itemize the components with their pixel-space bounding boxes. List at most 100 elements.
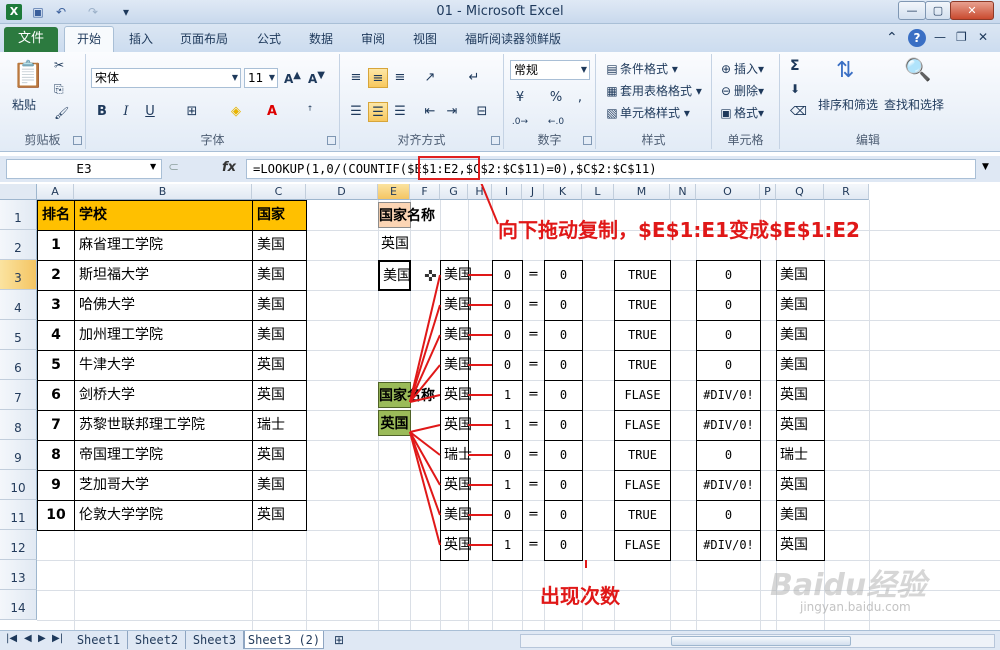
minimize-button[interactable]: —	[898, 1, 926, 20]
borders-icon[interactable]: ⊞	[182, 102, 202, 122]
table-header-cell[interactable]: 国家	[252, 200, 307, 231]
division-cell[interactable]: #DIV/0!	[696, 530, 761, 561]
grow-font-icon[interactable]: A▲	[284, 70, 301, 86]
number-format-select[interactable]: 常规 ▼	[510, 60, 590, 80]
zero-cell[interactable]: 0	[544, 500, 583, 531]
count-cell[interactable]: 0	[492, 350, 523, 381]
cut-icon[interactable]: ✂	[54, 58, 64, 72]
tab-formulas[interactable]: 公式	[257, 30, 281, 47]
column-header-d[interactable]: D	[306, 184, 378, 200]
underline-button[interactable]: U	[140, 102, 160, 122]
horizontal-scrollbar[interactable]	[520, 634, 995, 648]
comma-button[interactable]: ,	[570, 88, 590, 108]
sheet-tab-1[interactable]: Sheet1	[70, 631, 128, 649]
tab-data[interactable]: 数据	[309, 30, 333, 47]
first-sheet-icon[interactable]: |◀	[6, 633, 17, 644]
align-center-icon[interactable]: ☰	[368, 102, 388, 122]
green-header-cell[interactable]: 国家名称	[378, 382, 435, 408]
bool-cell[interactable]: TRUE	[614, 500, 671, 531]
new-sheet-icon[interactable]: ⊞	[334, 633, 344, 647]
division-cell[interactable]: 0	[696, 440, 761, 471]
row-header-11[interactable]: 11	[0, 500, 37, 530]
result-country-cell[interactable]: 美国	[776, 350, 825, 381]
percent-button[interactable]: %	[546, 88, 566, 108]
result-country-cell[interactable]: 英国	[776, 470, 825, 501]
last-sheet-icon[interactable]: ▶|	[52, 633, 63, 644]
italic-button[interactable]: I	[116, 102, 136, 122]
row-header-6[interactable]: 6	[0, 350, 37, 380]
rank-cell[interactable]: 6	[37, 380, 75, 411]
calc-country-cell[interactable]: 美国	[440, 350, 472, 381]
division-cell[interactable]: 0	[696, 290, 761, 321]
formula-expand-icon[interactable]: ▼	[982, 162, 989, 172]
wrap-text-icon[interactable]: ↵	[464, 68, 484, 88]
format-as-table-button[interactable]: ▦ 套用表格格式 ▾	[604, 82, 702, 99]
equals-sign[interactable]: =	[522, 440, 545, 471]
number-launcher-icon[interactable]	[583, 136, 592, 145]
count-cell[interactable]: 0	[492, 440, 523, 471]
bool-cell[interactable]: TRUE	[614, 260, 671, 291]
calc-country-cell[interactable]: 美国	[440, 500, 472, 531]
font-color-icon[interactable]: A	[262, 102, 282, 122]
division-cell[interactable]: 0	[696, 350, 761, 381]
font-size-select[interactable]: 11 ▼	[244, 68, 278, 88]
country-cell[interactable]: 美国	[252, 260, 307, 291]
name-box[interactable]: E3	[6, 159, 162, 179]
calc-country-cell[interactable]: 美国	[440, 320, 472, 351]
column-header-m[interactable]: M	[614, 184, 670, 200]
tab-foxit[interactable]: 福昕阅读器领鲜版	[465, 30, 561, 47]
zero-cell[interactable]: 0	[544, 410, 583, 441]
bool-cell[interactable]: FLASE	[614, 380, 671, 411]
insert-function-icon[interactable]: fx	[222, 160, 236, 175]
bool-cell[interactable]: FLASE	[614, 530, 671, 561]
fill-icon[interactable]: ⬇	[790, 82, 800, 96]
country-cell[interactable]: 英国	[252, 380, 307, 411]
bool-cell[interactable]: TRUE	[614, 320, 671, 351]
rank-cell[interactable]: 2	[37, 260, 75, 291]
table-header-cell[interactable]: 学校	[74, 200, 253, 231]
green-value-cell[interactable]: 英国	[378, 410, 411, 436]
bool-cell[interactable]: TRUE	[614, 290, 671, 321]
column-header-g[interactable]: G	[440, 184, 468, 200]
clear-icon[interactable]: ⌫	[790, 104, 807, 118]
count-cell[interactable]: 0	[492, 320, 523, 351]
equals-sign[interactable]: =	[522, 470, 545, 501]
column-header-j[interactable]: J	[522, 184, 544, 200]
column-header-o[interactable]: O	[696, 184, 760, 200]
division-cell[interactable]: #DIV/0!	[696, 470, 761, 501]
row-header-14[interactable]: 14	[0, 590, 37, 620]
column-header-i[interactable]: I	[492, 184, 522, 200]
column-header-k[interactable]: K	[544, 184, 582, 200]
calc-country-cell[interactable]: 英国	[440, 410, 472, 441]
division-cell[interactable]: 0	[696, 320, 761, 351]
bool-cell[interactable]: TRUE	[614, 350, 671, 381]
cell-styles-button[interactable]: ▧ 单元格样式 ▾	[604, 104, 690, 121]
school-cell[interactable]: 加州理工学院	[74, 320, 253, 351]
count-cell[interactable]: 0	[492, 260, 523, 291]
rank-cell[interactable]: 9	[37, 470, 75, 501]
table-header-cell[interactable]: 排名	[37, 200, 75, 231]
zero-cell[interactable]: 0	[544, 440, 583, 471]
conditional-format-button[interactable]: ▤ 条件格式 ▾	[604, 60, 678, 77]
row-header-7[interactable]: 7	[0, 380, 37, 410]
scrollbar-thumb[interactable]	[671, 636, 851, 646]
format-button[interactable]: ▣ 格式▾	[718, 104, 764, 121]
column-header-r[interactable]: R	[824, 184, 869, 200]
doc-restore-icon[interactable]: ❐	[956, 30, 967, 44]
bool-cell[interactable]: FLASE	[614, 470, 671, 501]
rank-cell[interactable]: 8	[37, 440, 75, 471]
school-cell[interactable]: 麻省理工学院	[74, 230, 253, 261]
bool-cell[interactable]: TRUE	[614, 440, 671, 471]
equals-sign[interactable]: =	[522, 320, 545, 351]
column-header-p[interactable]: P	[760, 184, 776, 200]
copy-icon[interactable]: ⎘	[54, 82, 64, 97]
calc-country-cell[interactable]: 美国	[440, 290, 472, 321]
calc-country-cell[interactable]: 瑞士	[440, 440, 472, 471]
division-cell[interactable]: #DIV/0!	[696, 380, 761, 411]
column-header-h[interactable]: H	[468, 184, 492, 200]
select-all-corner[interactable]	[0, 184, 37, 200]
sort-filter-icon[interactable]: ⇅	[836, 58, 854, 83]
calc-country-cell[interactable]: 英国	[440, 470, 472, 501]
tab-file[interactable]: 文件	[4, 27, 58, 52]
formula-bar-expand-icon[interactable]: ⊂	[168, 160, 179, 175]
